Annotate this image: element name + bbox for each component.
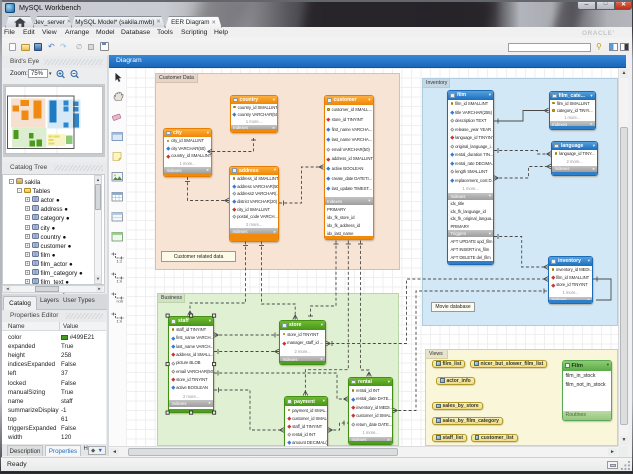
svg-text:1:n: 1:n	[117, 319, 123, 324]
svg-text:n:m: n:m	[117, 299, 124, 304]
svg-text:1:n: 1:n	[117, 279, 123, 284]
svg-text:1:1: 1:1	[117, 259, 123, 264]
